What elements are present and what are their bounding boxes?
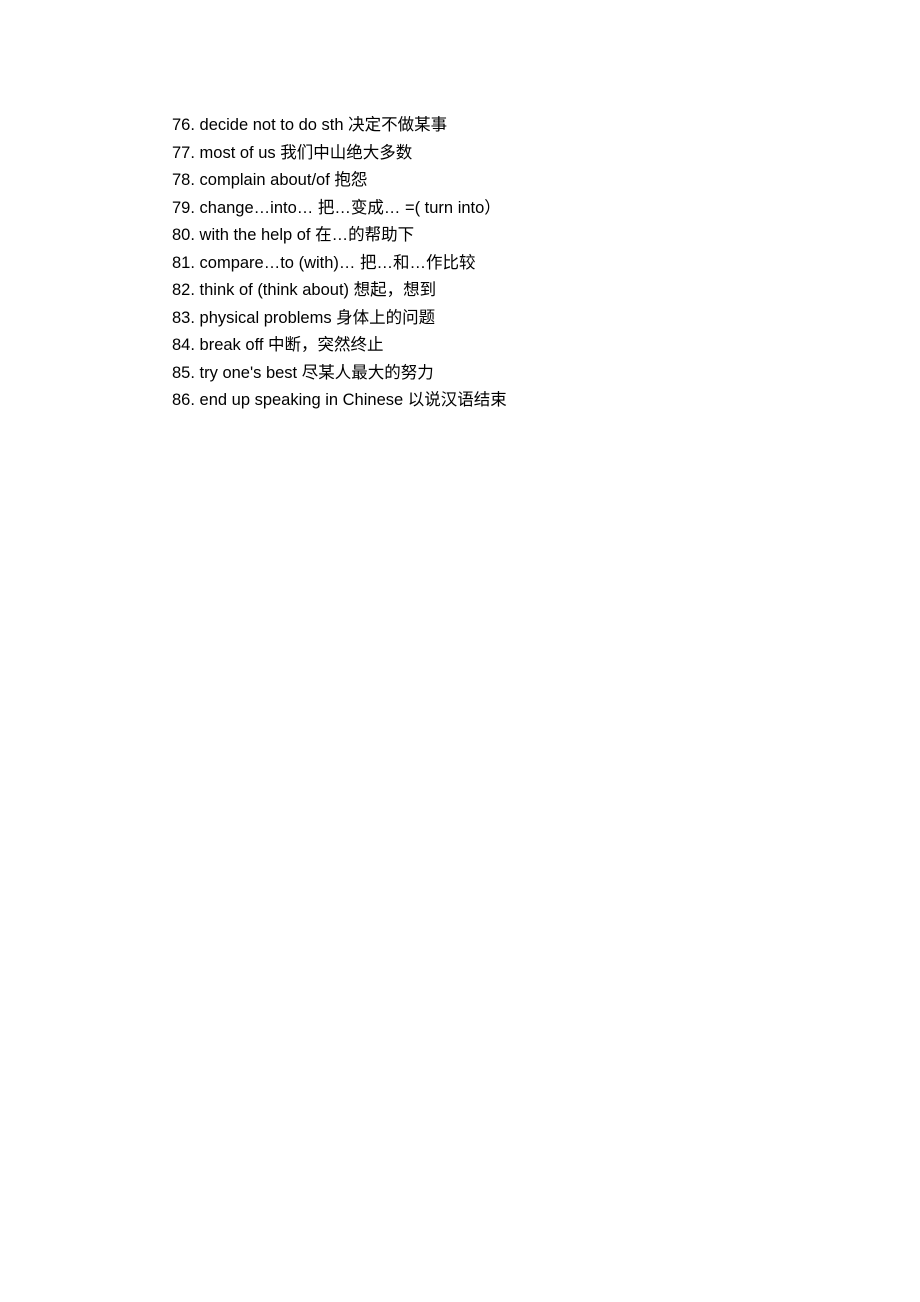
list-item: 82. think of (think about) 想起，想到	[172, 277, 920, 305]
item-english: break off	[200, 336, 269, 354]
item-chinese: 我们中山绝大多数	[280, 144, 412, 162]
item-chinese: 把…变成… =( turn into）	[318, 199, 501, 217]
item-number: 77.	[172, 144, 195, 162]
list-item: 80. with the help of 在…的帮助下	[172, 222, 920, 250]
item-chinese: 身体上的问题	[336, 309, 435, 327]
item-number: 78.	[172, 171, 195, 189]
item-english: think of (think about)	[200, 281, 354, 299]
item-chinese: 尽某人最大的努力	[302, 364, 434, 382]
list-item: 81. compare…to (with)… 把…和…作比较	[172, 250, 920, 278]
list-item: 79. change…into… 把…变成… =( turn into）	[172, 195, 920, 223]
item-chinese: 抱怨	[334, 171, 367, 189]
item-number: 80.	[172, 226, 195, 244]
item-chinese: 把…和…作比较	[360, 254, 476, 272]
item-number: 83.	[172, 309, 195, 327]
list-item: 76. decide not to do sth 决定不做某事	[172, 112, 920, 140]
item-english: try one's best	[200, 364, 302, 382]
item-chinese: 中断，突然终止	[268, 336, 384, 354]
vocabulary-list: 76. decide not to do sth 决定不做某事 77. most…	[172, 112, 920, 415]
item-english: physical problems	[200, 309, 337, 327]
item-english: compare…to (with)…	[200, 254, 360, 272]
item-english: decide not to do sth	[200, 116, 349, 134]
item-number: 84.	[172, 336, 195, 354]
item-english: complain about/of	[200, 171, 335, 189]
item-number: 79.	[172, 199, 195, 217]
list-item: 85. try one's best 尽某人最大的努力	[172, 360, 920, 388]
item-english: end up speaking in Chinese	[200, 391, 408, 409]
item-number: 81.	[172, 254, 195, 272]
list-item: 84. break off 中断，突然终止	[172, 332, 920, 360]
list-item: 78. complain about/of 抱怨	[172, 167, 920, 195]
list-item: 77. most of us 我们中山绝大多数	[172, 140, 920, 168]
item-english: with the help of	[200, 226, 316, 244]
item-chinese: 以说汉语结束	[408, 391, 507, 409]
list-item: 83. physical problems 身体上的问题	[172, 305, 920, 333]
list-item: 86. end up speaking in Chinese 以说汉语结束	[172, 387, 920, 415]
item-english: most of us	[200, 144, 281, 162]
item-chinese: 决定不做某事	[348, 116, 447, 134]
item-number: 76.	[172, 116, 195, 134]
item-number: 85.	[172, 364, 195, 382]
item-number: 82.	[172, 281, 195, 299]
item-chinese: 想起，想到	[354, 281, 437, 299]
item-number: 86.	[172, 391, 195, 409]
item-english: change…into…	[200, 199, 314, 217]
item-chinese: 在…的帮助下	[315, 226, 414, 244]
